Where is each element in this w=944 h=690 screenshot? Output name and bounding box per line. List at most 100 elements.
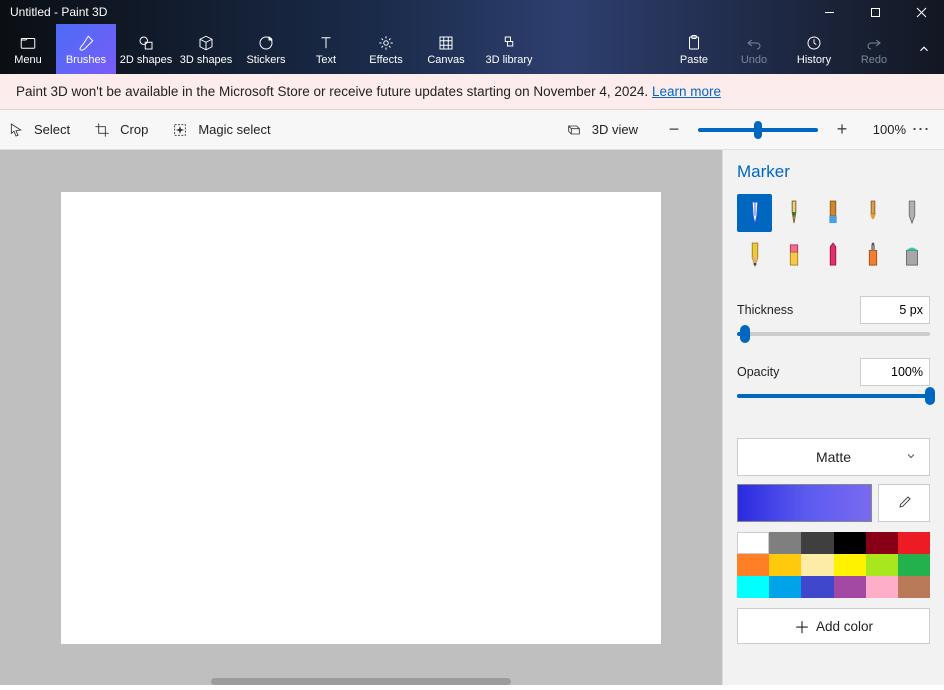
banner-link[interactable]: Learn more — [652, 84, 721, 99]
brush-fill[interactable] — [895, 236, 930, 274]
text-icon — [317, 32, 335, 54]
opacity-input[interactable] — [860, 358, 930, 386]
brush-calligraphy-pen[interactable] — [776, 194, 811, 232]
tab-3d-shapes[interactable]: 3D shapes — [176, 24, 236, 74]
tab-brushes[interactable]: Brushes — [56, 24, 116, 74]
magic-select-tool[interactable]: Magic select — [172, 122, 270, 138]
tab-label: Stickers — [246, 54, 285, 66]
color-swatch[interactable] — [866, 576, 898, 598]
stickers-icon — [257, 32, 275, 54]
menu-button[interactable]: Menu — [0, 24, 56, 74]
toolbar-more-button[interactable]: ⋯ — [906, 115, 936, 145]
color-swatch[interactable] — [801, 554, 833, 576]
canvas-viewport[interactable] — [0, 150, 722, 685]
brush-spray-can[interactable] — [855, 236, 890, 274]
zoom-slider[interactable] — [698, 128, 818, 132]
color-swatch[interactable] — [834, 532, 866, 554]
zoom-in-button[interactable]: + — [830, 118, 854, 142]
zoom-value: 100% — [866, 122, 906, 137]
3d-view-toggle[interactable]: 3D view — [566, 122, 638, 138]
side-panel: Marker — [722, 150, 944, 685]
tool-label: Magic select — [198, 122, 270, 137]
brush-crayon[interactable] — [816, 236, 851, 274]
redo-button[interactable]: Redo — [844, 24, 904, 74]
current-color-swatch[interactable] — [737, 484, 872, 522]
brush-oil[interactable] — [816, 194, 851, 232]
color-swatch[interactable] — [834, 554, 866, 576]
horizontal-scrollbar[interactable] — [211, 678, 511, 685]
shapes2d-icon — [137, 32, 155, 54]
color-swatch[interactable] — [866, 532, 898, 554]
color-swatch[interactable] — [769, 576, 801, 598]
paste-button[interactable]: Paste — [664, 24, 724, 74]
menu-label: Menu — [14, 54, 42, 66]
select-tool[interactable]: Select — [8, 122, 70, 138]
eyedropper-icon — [896, 495, 912, 511]
color-swatch[interactable] — [737, 532, 769, 554]
material-select[interactable]: Matte — [737, 438, 930, 476]
color-swatch[interactable] — [898, 532, 930, 554]
thickness-input[interactable] — [860, 296, 930, 324]
tab-label: 3D shapes — [180, 54, 233, 66]
history-button[interactable]: History — [784, 24, 844, 74]
brush-pixel-pen[interactable] — [895, 194, 930, 232]
brush-icon — [77, 32, 95, 54]
ribbon-label: Redo — [861, 54, 887, 66]
deprecation-banner: Paint 3D won't be available in the Micro… — [0, 74, 944, 110]
folder-icon — [19, 32, 37, 54]
ribbon-collapse-toggle[interactable] — [904, 24, 944, 74]
brush-marker[interactable] — [737, 194, 772, 232]
ribbon: Menu Brushes 2D shapes 3D shapes Sticker… — [0, 24, 944, 74]
brush-grid — [737, 194, 930, 274]
tab-canvas[interactable]: Canvas — [416, 24, 476, 74]
magic-select-icon — [172, 122, 188, 138]
zoom-controls: − + 100% — [662, 118, 906, 142]
tab-2d-shapes[interactable]: 2D shapes — [116, 24, 176, 74]
tab-effects[interactable]: Effects — [356, 24, 416, 74]
color-swatch[interactable] — [834, 576, 866, 598]
color-swatch[interactable] — [737, 554, 769, 576]
toolbar: Select Crop Magic select 3D view − + 100… — [0, 110, 944, 150]
banner-text: Paint 3D won't be available in the Micro… — [16, 84, 652, 99]
ribbon-label: Paste — [680, 54, 708, 66]
ribbon-label: History — [797, 54, 831, 66]
crop-tool[interactable]: Crop — [94, 122, 148, 138]
opacity-label: Opacity — [737, 365, 779, 379]
canvas[interactable] — [61, 192, 661, 644]
tab-label: 3D library — [485, 54, 532, 66]
add-color-button[interactable]: ＋ Add color — [737, 608, 930, 644]
thickness-slider[interactable] — [737, 332, 930, 336]
brush-watercolor[interactable] — [855, 194, 890, 232]
color-swatch[interactable] — [801, 532, 833, 554]
ribbon-label: Undo — [741, 54, 767, 66]
color-swatch[interactable] — [769, 532, 801, 554]
tab-label: Canvas — [427, 54, 464, 66]
color-swatch[interactable] — [737, 576, 769, 598]
color-swatch[interactable] — [769, 554, 801, 576]
close-button[interactable] — [898, 0, 944, 24]
color-swatch[interactable] — [866, 554, 898, 576]
color-swatch[interactable] — [801, 576, 833, 598]
tab-3d-library[interactable]: 3D library — [476, 24, 542, 74]
history-icon — [805, 32, 823, 54]
opacity-slider[interactable] — [737, 394, 930, 398]
maximize-button[interactable] — [852, 0, 898, 24]
brush-eraser[interactable] — [776, 236, 811, 274]
color-swatch[interactable] — [898, 554, 930, 576]
zoom-out-button[interactable]: − — [662, 118, 686, 142]
brush-pencil[interactable] — [737, 236, 772, 274]
tool-label: Select — [34, 122, 70, 137]
tab-stickers[interactable]: Stickers — [236, 24, 296, 74]
workarea: Marker — [0, 150, 944, 685]
shapes3d-icon — [197, 32, 215, 54]
tab-text[interactable]: Text — [296, 24, 356, 74]
effects-icon — [377, 32, 395, 54]
tab-label: Brushes — [66, 54, 106, 66]
panel-title: Marker — [737, 162, 930, 182]
eyedropper-button[interactable] — [878, 484, 930, 522]
undo-button[interactable]: Undo — [724, 24, 784, 74]
color-swatch[interactable] — [898, 576, 930, 598]
redo-icon — [865, 32, 883, 54]
minimize-button[interactable] — [806, 0, 852, 24]
canvas-icon — [437, 32, 455, 54]
